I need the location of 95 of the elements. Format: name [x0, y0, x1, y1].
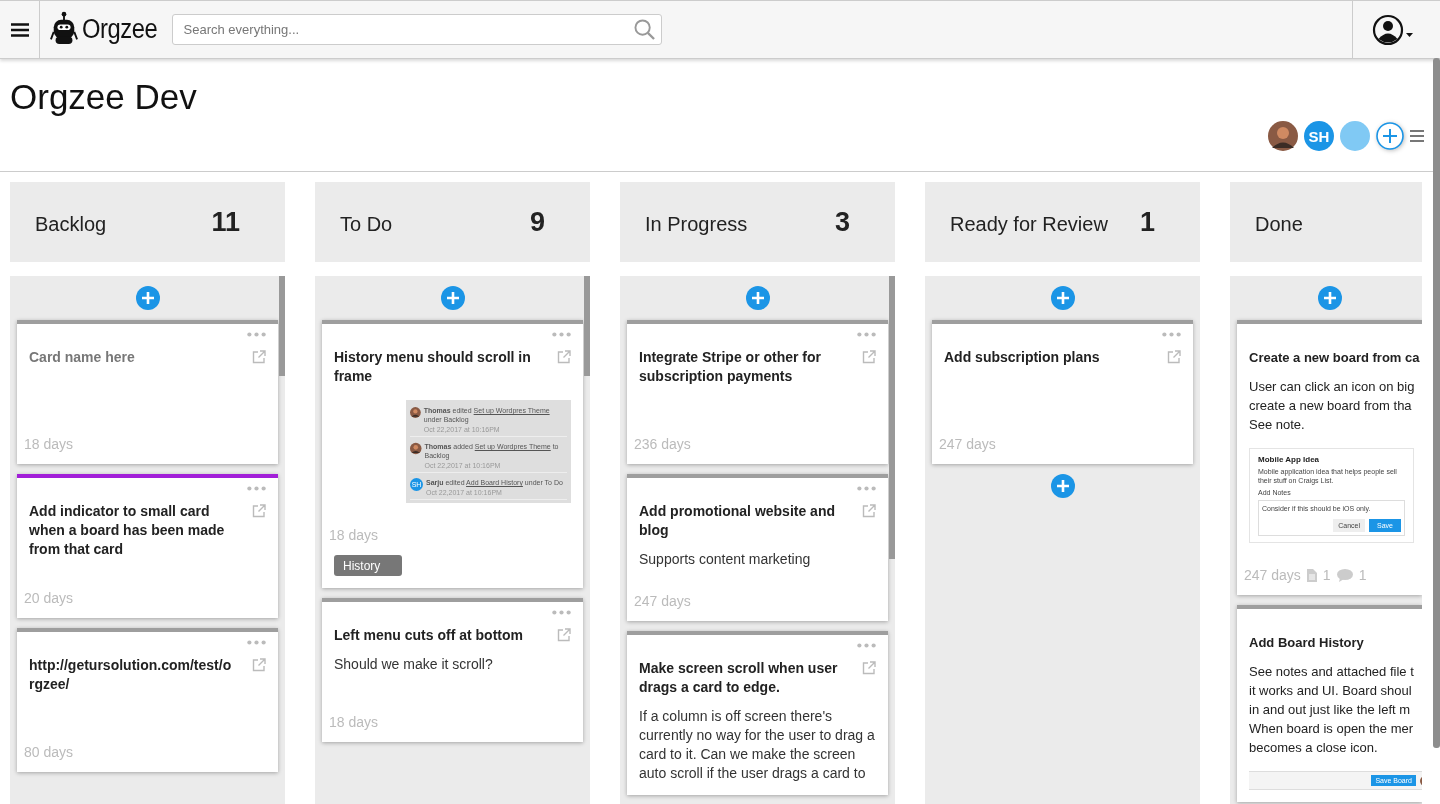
- dialog-title: Mobile App Idea: [1258, 455, 1321, 464]
- card[interactable]: [1237, 320, 1422, 595]
- external-link-icon[interactable]: [862, 350, 876, 364]
- comment-icon: [1336, 568, 1353, 582]
- more-icon[interactable]: [247, 640, 266, 645]
- card-title: Add indicator to small card when a board has been made from that card: [29, 502, 226, 559]
- document-icon: [1306, 568, 1317, 582]
- page-scrollbar[interactable]: [1433, 58, 1440, 748]
- card[interactable]: http://getursolution.com/test/orgzee/ 80 days: [17, 628, 278, 772]
- attachment-count: 1: [1322, 567, 1331, 583]
- add-card-button[interactable]: [1317, 286, 1342, 310]
- column-title: Ready for Review: [950, 213, 1108, 236]
- comment-count: 1: [1358, 567, 1367, 583]
- scrollbar[interactable]: [584, 276, 590, 376]
- external-link-icon[interactable]: [252, 350, 266, 364]
- column-title: Backlog: [35, 213, 107, 236]
- card-title: Add promotional website and blog: [639, 502, 836, 540]
- avatar: [1268, 121, 1298, 151]
- card[interactable]: Add subscription plans 247 days: [932, 320, 1193, 464]
- search-field[interactable]: Search everything...: [171, 14, 662, 45]
- menu-icon[interactable]: [10, 22, 29, 37]
- add-card-button[interactable]: [1050, 286, 1075, 310]
- description-line: create a new board from tha: [1249, 397, 1413, 415]
- board-title: Orgzee Dev: [10, 77, 197, 117]
- scrollbar[interactable]: [279, 276, 285, 376]
- more-icon[interactable]: [552, 332, 571, 337]
- card-title: Make screen scroll when user drags a card to edge.: [639, 659, 839, 697]
- more-icon[interactable]: [247, 332, 266, 337]
- more-icon[interactable]: [247, 486, 266, 491]
- add-card-button[interactable]: [1050, 474, 1075, 498]
- card-age: 247 days: [939, 436, 996, 452]
- column-title: To Do: [340, 213, 393, 236]
- card[interactable]: [322, 320, 583, 588]
- external-link-icon[interactable]: [862, 661, 876, 675]
- card-description: If a column is off screen there's currently no way for the user to drag a card to it. Can we make the screen auto scroll if the user drags a card to: [639, 707, 876, 783]
- card[interactable]: Make screen scroll when user drags a card to edge. If a column is off screen there's currently no way for the user to drag a card to it. Can we make the screen auto scroll if the user drags a card to: [627, 631, 888, 795]
- description-line: User can click an icon on big: [1249, 378, 1416, 396]
- add-card-button[interactable]: [745, 286, 770, 310]
- search-icon[interactable]: [633, 19, 655, 40]
- external-link-icon[interactable]: [252, 658, 266, 672]
- card-age: 20 days: [24, 590, 74, 606]
- external-link-icon[interactable]: [1167, 350, 1181, 364]
- card-count: 9: [529, 206, 545, 238]
- description-line: See notes and attached file t: [1249, 663, 1415, 681]
- card-count: 11: [211, 206, 240, 238]
- external-link-icon[interactable]: [862, 504, 876, 518]
- description-line: in and out just like the left m: [1249, 701, 1412, 719]
- avatar: [410, 442, 422, 455]
- card-label[interactable]: History: [334, 555, 402, 576]
- card-description: Supports content marketing: [639, 550, 812, 569]
- description-line: it works and UI. Board shoul: [1249, 682, 1413, 700]
- member-avatar[interactable]: [1340, 121, 1370, 151]
- card-title: Add Board History: [1249, 634, 1364, 652]
- card-age: 18 days: [329, 714, 379, 730]
- card-age: 18 days: [24, 436, 74, 452]
- avatar: [410, 406, 421, 419]
- card-title: Left menu cuts off at bottom: [334, 626, 523, 645]
- card[interactable]: Add indicator to small card when a board has been made from that card 20 days: [17, 474, 278, 618]
- more-icon[interactable]: [552, 610, 571, 615]
- scrollbar[interactable]: [889, 276, 895, 559]
- logo-text[interactable]: Orgzee: [82, 14, 158, 45]
- card[interactable]: Card name here 18 days: [17, 320, 278, 464]
- card-age: 247 days: [1244, 567, 1301, 583]
- user-icon[interactable]: [1371, 13, 1414, 46]
- card-title: Create a new board from ca: [1249, 349, 1420, 367]
- external-link-icon[interactable]: [252, 504, 266, 518]
- card-count: 1: [1139, 206, 1155, 238]
- card-age: 247 days: [634, 593, 691, 609]
- column-title: Done: [1255, 213, 1303, 236]
- description-line: becomes a close icon.: [1249, 739, 1379, 757]
- external-link-icon[interactable]: [557, 350, 571, 364]
- more-icon[interactable]: [857, 486, 876, 491]
- card-age: 236 days: [634, 436, 691, 452]
- card-title: History menu should scroll in frame: [334, 348, 532, 386]
- description-line: When board is open the mer: [1249, 720, 1415, 738]
- card-title: Add subscription plans: [944, 348, 1100, 367]
- add-card-button[interactable]: [135, 286, 160, 310]
- more-icon[interactable]: [1162, 332, 1181, 337]
- more-icon[interactable]: [857, 332, 876, 337]
- card-count: 3: [834, 206, 850, 238]
- card-title: Card name here: [29, 348, 135, 367]
- card-title: http://getursolution.com/test/orgzee/: [29, 656, 233, 694]
- card-age: 80 days: [24, 744, 74, 760]
- column-title: In Progress: [645, 213, 748, 236]
- card-description: Should we make it scroll?: [334, 655, 494, 674]
- card-age: 18 days: [329, 527, 379, 543]
- description-line: See note.: [1249, 416, 1306, 434]
- card[interactable]: Left menu cuts off at bottom Should we make it scroll? 18 days: [322, 598, 583, 742]
- external-link-icon[interactable]: [557, 628, 571, 642]
- more-icon[interactable]: [857, 643, 876, 648]
- card-title: Integrate Stripe or other for subscription payments: [639, 348, 823, 386]
- card[interactable]: Add promotional website and blog Supports content marketing 247 days: [627, 474, 888, 621]
- add-card-button[interactable]: [440, 286, 465, 310]
- add-member-button[interactable]: [1376, 122, 1404, 150]
- card[interactable]: Integrate Stripe or other for subscription payments 236 days: [627, 320, 888, 464]
